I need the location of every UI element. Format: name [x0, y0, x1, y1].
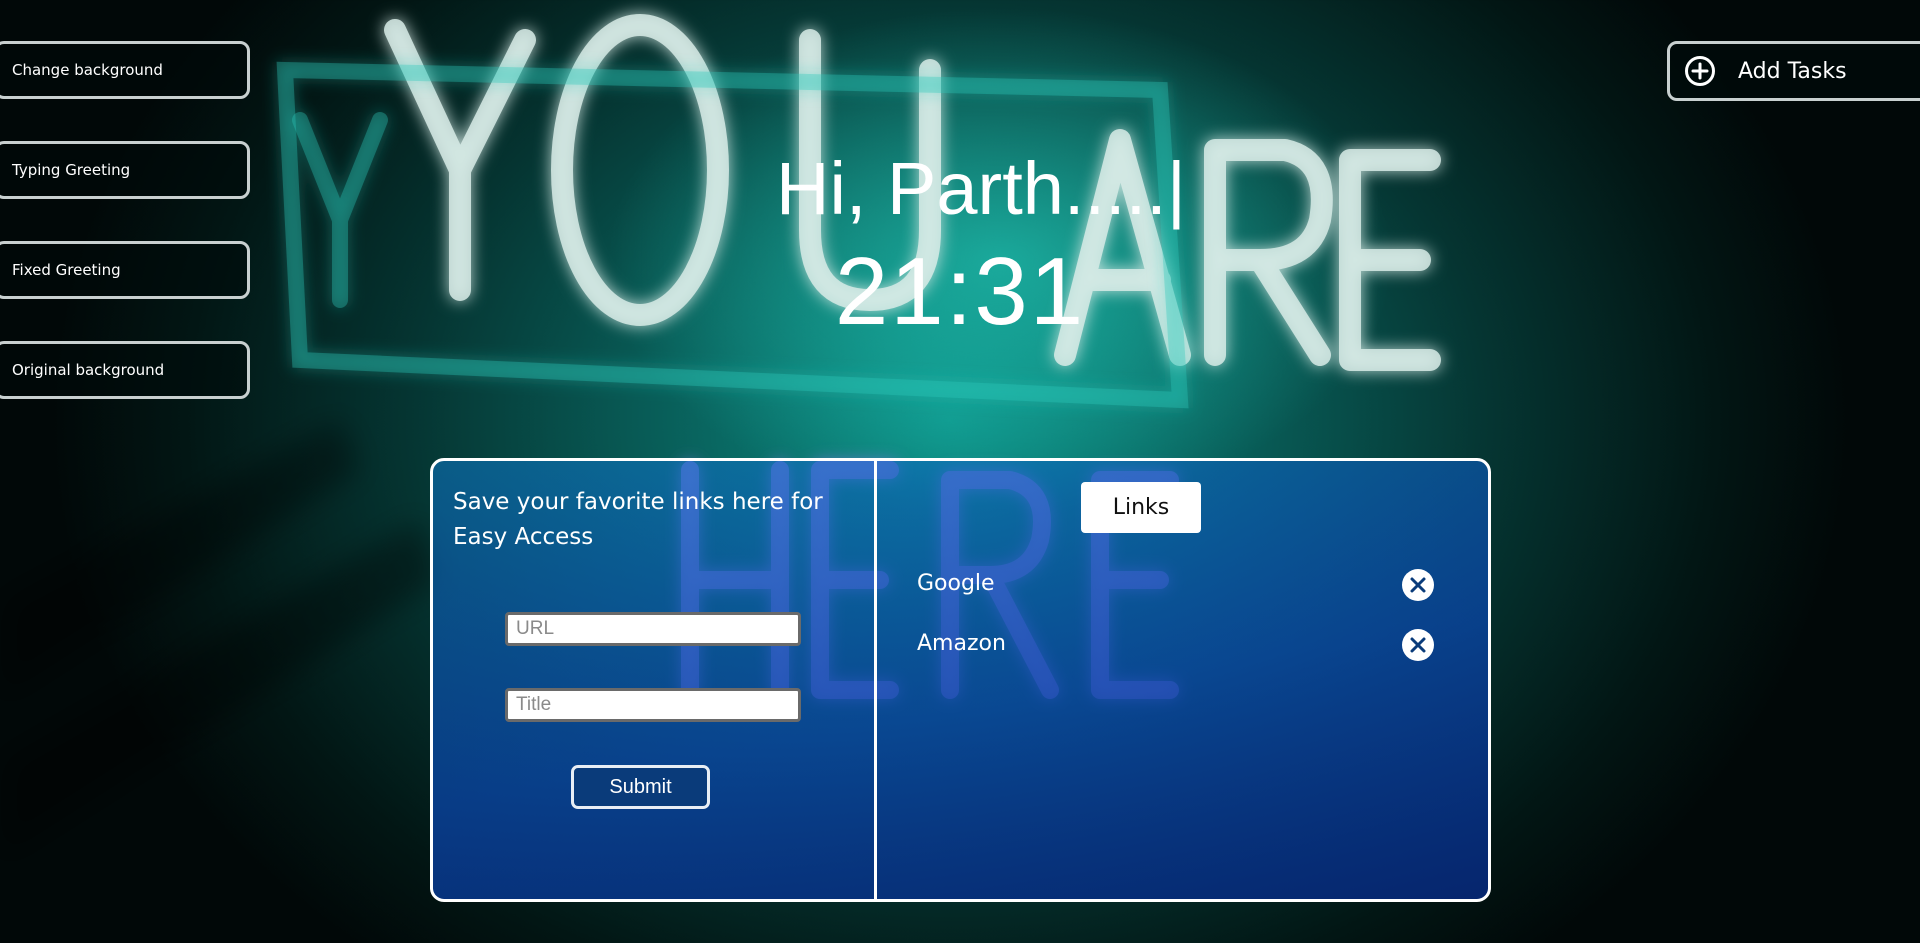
original-background-button[interactable]: Original background — [0, 341, 250, 399]
title-input[interactable] — [505, 688, 801, 722]
remove-link-button[interactable] — [1402, 629, 1434, 661]
close-icon — [1410, 637, 1426, 653]
close-icon — [1410, 577, 1426, 593]
link-form-panel: Save your favorite links here for Easy A… — [433, 461, 877, 899]
links-card: Save your favorite links here for Easy A… — [430, 458, 1491, 902]
link-title-amazon[interactable]: Amazon — [917, 631, 1006, 656]
links-header-button[interactable]: Links — [1081, 482, 1201, 533]
greeting-text: Hi, Parth.....| — [776, 147, 1186, 230]
plus-circle-icon — [1685, 56, 1715, 86]
link-item: Amazon — [877, 625, 1488, 665]
links-intro-text: Save your favorite links here for Easy A… — [453, 489, 823, 550]
add-tasks-button[interactable]: Add Tasks — [1667, 41, 1920, 101]
remove-link-button[interactable] — [1402, 569, 1434, 601]
clock-time: 21:31 — [834, 238, 1086, 345]
add-tasks-label: Add Tasks — [1738, 58, 1847, 84]
submit-button[interactable]: Submit — [571, 765, 710, 809]
change-background-button[interactable]: Change background — [0, 41, 250, 99]
links-list-panel: Links Google Amazon — [877, 461, 1488, 899]
link-item: Google — [877, 565, 1488, 605]
url-input[interactable] — [505, 612, 801, 646]
link-title-google[interactable]: Google — [917, 571, 995, 596]
